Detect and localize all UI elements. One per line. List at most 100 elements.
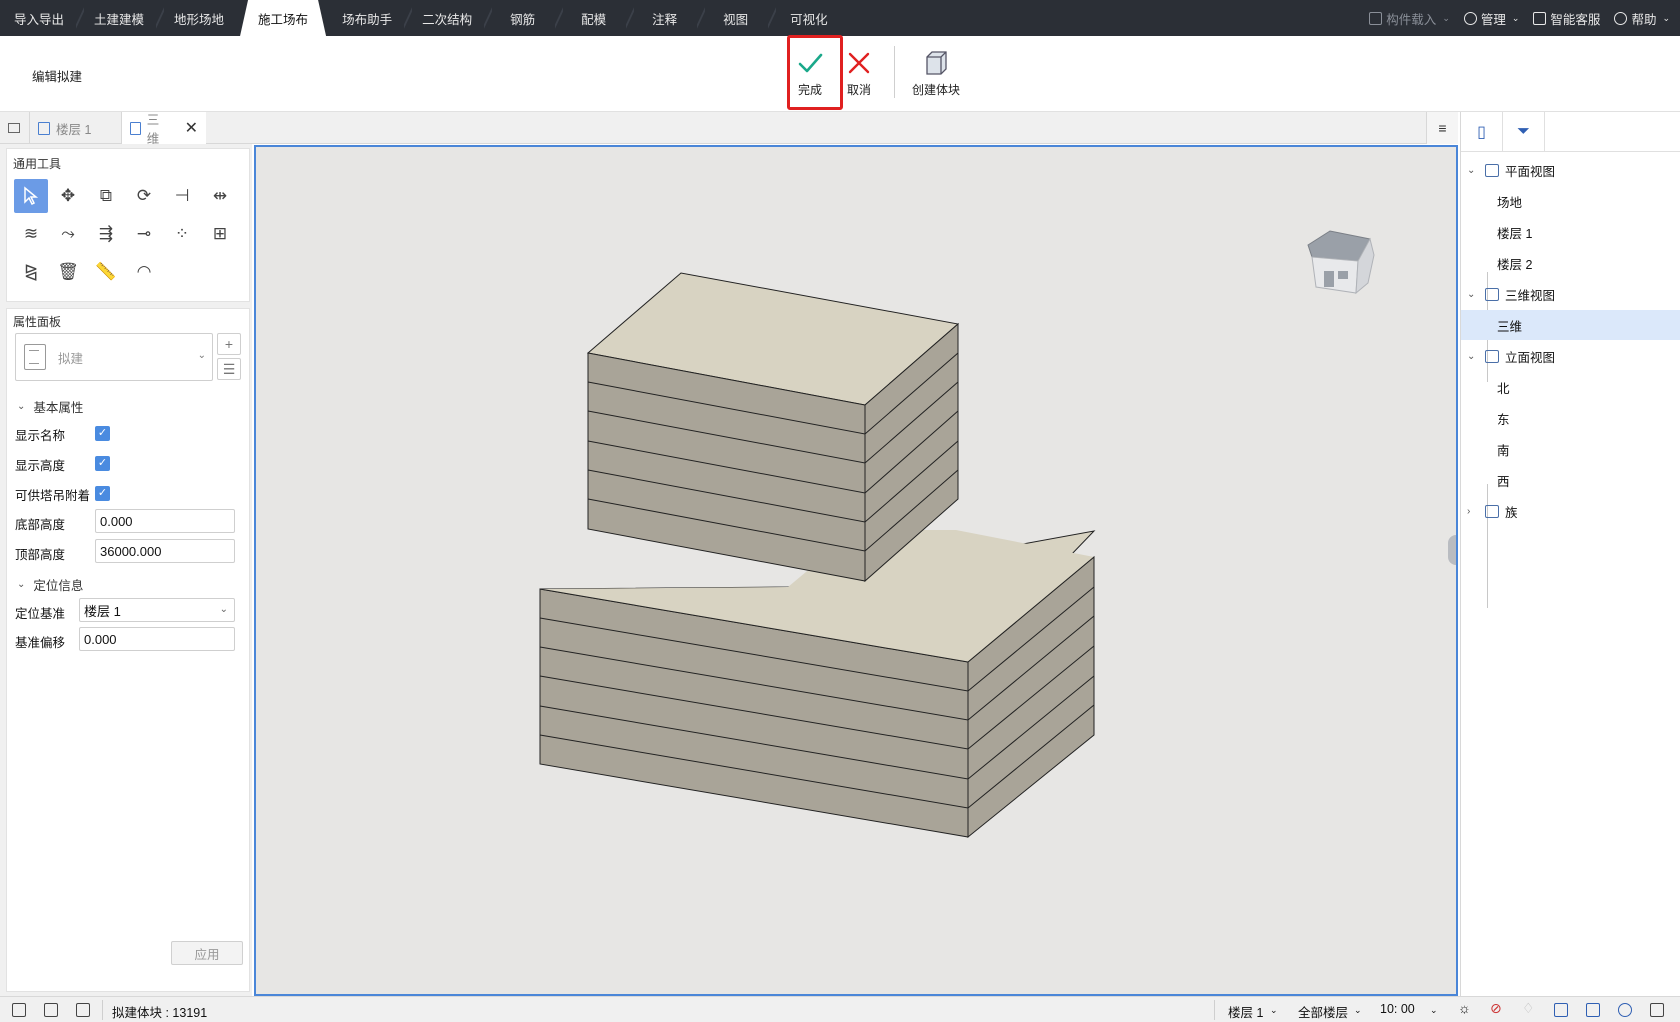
cancel-button[interactable]: 取消 <box>845 44 873 104</box>
delete-icon[interactable]: 🗑 <box>51 255 85 289</box>
position-info-group[interactable]: ⌄ 定位信息 <box>17 575 83 594</box>
add-type-button[interactable]: + <box>217 333 241 355</box>
all-floors-select[interactable]: 全部楼层 <box>1298 1002 1348 1021</box>
manage-menu[interactable]: 管理 ⌄ <box>1463 9 1519 28</box>
sun-icon[interactable]: ☼ <box>1458 1000 1471 1016</box>
menu-tab-import-export[interactable]: 导入导出 <box>0 0 78 36</box>
base-select[interactable]: 楼层 1 ⌄ <box>79 598 235 622</box>
chevron-down-icon: ⌄ <box>1662 12 1670 23</box>
tree-node-north[interactable]: 北 <box>1461 372 1680 402</box>
apply-button[interactable]: 应用 <box>171 941 243 965</box>
menu-tab-visualization[interactable]: 可视化 <box>768 0 846 36</box>
smart-service-button[interactable]: 智能客服 <box>1533 9 1600 28</box>
show-height-checkbox[interactable]: ✓ <box>95 456 110 471</box>
bottom-height-input[interactable]: 0.000 <box>95 509 235 533</box>
light-bulb-icon[interactable]: ♢ <box>1522 1000 1535 1017</box>
trim-icon[interactable]: ⊸ <box>127 217 161 251</box>
help-menu[interactable]: 帮助 ⌄ <box>1614 9 1670 28</box>
view-cube-house-icon[interactable] <box>1298 221 1382 304</box>
mirror-icon[interactable]: ⧎ <box>14 255 48 289</box>
align-icon[interactable]: ⊣ <box>165 179 199 213</box>
stretch-icon[interactable]: ⤳ <box>51 217 85 251</box>
sun-time-select[interactable]: 10: 00 <box>1380 1002 1415 1016</box>
building-model <box>539 272 1096 839</box>
plus-icon: + <box>224 336 234 352</box>
menu-tab-view[interactable]: 视图 <box>697 0 770 36</box>
tab-menu-button[interactable]: ≡ <box>1426 112 1458 144</box>
chevron-down-icon: ⌄ <box>1467 164 1476 176</box>
tree-node-south[interactable]: 南 <box>1461 434 1680 464</box>
chevron-down-icon: ⌄ <box>17 579 26 590</box>
section-box-icon[interactable] <box>1586 1003 1600 1017</box>
left-panel: 通用工具 ✥ ⧉ ⟳ ⊣ ⇹ ≋ ⤳ ⇶ ⊸ ⁘ ⊞ ⧎ 🗑 📏 ◠ 属性面板 … <box>0 144 252 996</box>
ribbon-divider <box>894 46 895 98</box>
tab-3d[interactable]: 三维 ✕ <box>122 112 206 146</box>
select-icon[interactable] <box>14 179 48 213</box>
menu-tab-civil-modeling[interactable]: 土建建模 <box>76 0 158 36</box>
tab-list-button[interactable] <box>0 112 30 144</box>
measure-icon[interactable]: 📏 <box>89 255 123 289</box>
group-icon[interactable]: ⊞ <box>203 217 237 251</box>
snap-grid-icon[interactable] <box>12 1003 26 1017</box>
menu-tab-formwork[interactable]: 配模 <box>555 0 628 36</box>
basic-properties-group[interactable]: ⌄ 基本属性 <box>17 397 83 416</box>
chevron-down-icon: ⌄ <box>197 350 206 361</box>
tree-node-families[interactable]: › 族 <box>1461 496 1680 526</box>
tree-node-floor-1[interactable]: 楼层 1 <box>1461 217 1680 247</box>
panel-collapse-handle[interactable] <box>1448 535 1456 565</box>
tree-node-3d-views[interactable]: ⌄ 三维视图 <box>1461 279 1680 309</box>
show-name-label: 显示名称 <box>15 429 66 443</box>
copy-icon[interactable]: ⧉ <box>89 179 123 213</box>
building-type-icon <box>24 344 46 370</box>
type-select[interactable]: 拟建 ⌄ <box>15 333 213 381</box>
extend-icon[interactable]: ⇶ <box>89 217 123 251</box>
array-icon[interactable]: ⁘ <box>165 217 199 251</box>
split-icon[interactable]: ⇹ <box>203 179 237 213</box>
tree-node-3d[interactable]: 三维 <box>1461 310 1680 340</box>
tree-node-site[interactable]: 场地 <box>1461 186 1680 216</box>
block-count-text: 拟建体块 : 13191 <box>112 1006 208 1020</box>
tree-node-plan-views[interactable]: ⌄ 平面视图 <box>1461 155 1680 185</box>
tree-node-east[interactable]: 东 <box>1461 403 1680 433</box>
floor-select[interactable]: 楼层 1 <box>1228 1002 1263 1021</box>
menu-tab-secondary-structure[interactable]: 二次结构 <box>404 0 486 36</box>
move-icon[interactable]: ✥ <box>51 179 85 213</box>
selection-grid-icon[interactable] <box>76 1003 90 1017</box>
show-name-checkbox[interactable]: ✓ <box>95 426 110 441</box>
create-block-button[interactable]: 创建体块 <box>912 44 960 104</box>
panel-layout-icon[interactable]: ▯ <box>1461 112 1503 152</box>
tree-node-floor-2[interactable]: 楼层 2 <box>1461 248 1680 278</box>
zoom-fit-icon[interactable] <box>1618 1003 1632 1017</box>
render-icon[interactable] <box>1554 1003 1568 1017</box>
filter-icon[interactable]: ⏷ <box>1503 112 1545 152</box>
component-load-menu[interactable]: 构件载入 ⌄ <box>1369 9 1450 28</box>
rotate-icon[interactable]: ⟳ <box>127 179 161 213</box>
top-height-label: 顶部高度 <box>15 548 66 562</box>
tree-node-elevation-views[interactable]: ⌄ 立面视图 <box>1461 341 1680 371</box>
edit-type-button[interactable]: ☰ <box>217 358 241 380</box>
status-divider <box>1214 1000 1215 1020</box>
top-height-input[interactable]: 36000.000 <box>95 539 235 563</box>
menu-tab-construction-layout[interactable]: 施工场布 <box>240 0 326 36</box>
3d-viewport[interactable] <box>254 145 1458 996</box>
tower-crane-attach-label: 可供塔吊附着 <box>15 489 91 503</box>
menu-tab-rebar[interactable]: 钢筋 <box>484 0 557 36</box>
properties-panel: 属性面板 拟建 ⌄ + ☰ ⌄ 基本属性 显示名称 ✓ 显示高度 ✓ 可供塔吊附… <box>6 308 250 992</box>
close-icon[interactable]: ✕ <box>185 118 198 138</box>
menu-tab-terrain-site[interactable]: 地形场地 <box>156 0 238 36</box>
chevron-down-icon: ⌄ <box>1270 1005 1278 1015</box>
view-cube-icon[interactable] <box>1650 1003 1664 1017</box>
cube-icon <box>1485 287 1499 301</box>
angle-icon[interactable]: ◠ <box>127 255 161 289</box>
tree-node-west[interactable]: 西 <box>1461 465 1680 495</box>
layout-grid-icon[interactable] <box>44 1003 58 1017</box>
tower-crane-attach-checkbox[interactable]: ✓ <box>95 486 110 501</box>
menu-tab-layout-assistant[interactable]: 场布助手 <box>328 0 406 36</box>
shadow-off-icon[interactable]: ⊘ <box>1490 1000 1502 1017</box>
chevron-down-icon: ⌄ <box>1467 288 1476 300</box>
tab-floor-1[interactable]: 楼层 1 <box>30 112 122 144</box>
offset-icon[interactable]: ≋ <box>14 217 48 251</box>
menu-tab-annotation[interactable]: 注释 <box>626 0 699 36</box>
offset-input[interactable]: 0.000 <box>79 627 235 651</box>
cube-icon <box>922 49 950 77</box>
